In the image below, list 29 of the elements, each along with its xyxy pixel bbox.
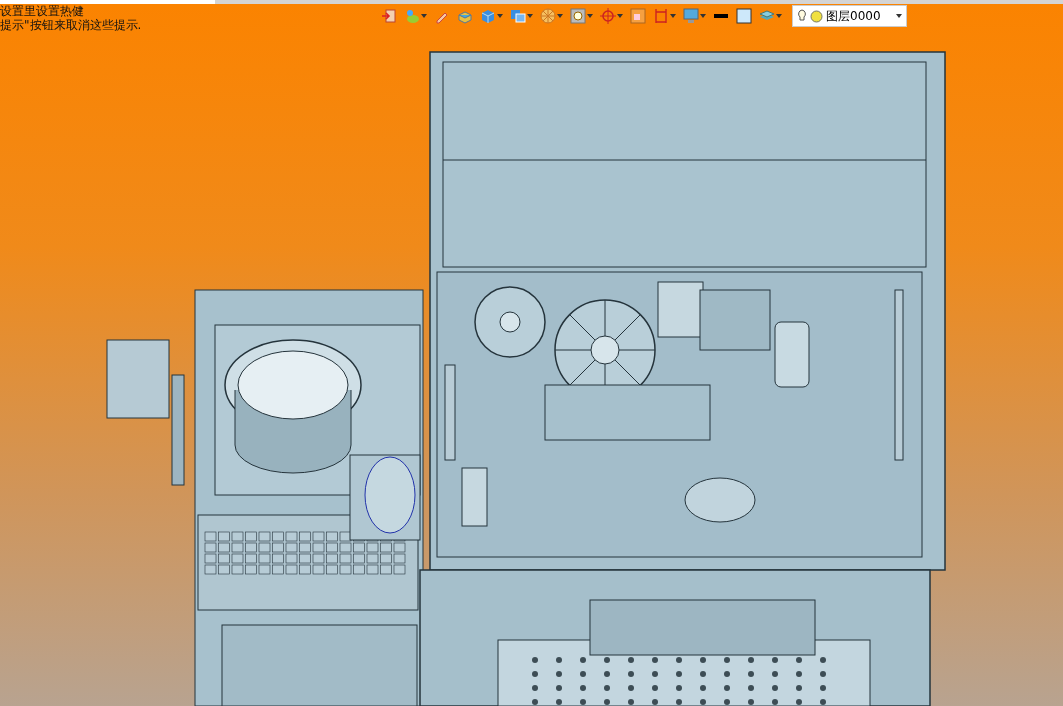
caret-icon <box>421 14 427 18</box>
caret-icon <box>587 14 593 18</box>
view-icon <box>510 8 526 24</box>
circle-icon <box>810 9 823 23</box>
frame-icon <box>630 8 646 24</box>
wheel-icon <box>540 8 556 24</box>
caret-icon <box>670 14 676 18</box>
hint-text: 设置里设置热健 <box>0 4 85 18</box>
layer-dropdown[interactable]: 图层0000 <box>792 5 907 27</box>
dimension-icon <box>653 8 669 24</box>
caret-icon <box>896 14 902 18</box>
toolbar-button[interactable] <box>733 5 755 27</box>
lightbulb-icon <box>797 9 807 23</box>
door-icon <box>381 8 397 24</box>
paint-icon <box>404 8 420 24</box>
caret-icon <box>557 14 563 18</box>
caret-icon <box>776 14 782 18</box>
square-icon <box>736 8 752 24</box>
toolbar-button[interactable] <box>567 5 596 27</box>
cube-icon <box>480 8 496 24</box>
monitor-icon <box>683 8 699 24</box>
caret-icon <box>497 14 503 18</box>
hint-text: 提示"按钮来取消这些提示. <box>0 18 143 32</box>
layer-name: 图层0000 <box>826 7 882 25</box>
crosshair-icon <box>600 8 616 24</box>
caret-icon <box>700 14 706 18</box>
caret-icon <box>527 14 533 18</box>
zoom-icon <box>570 8 586 24</box>
caret-icon <box>617 14 623 18</box>
